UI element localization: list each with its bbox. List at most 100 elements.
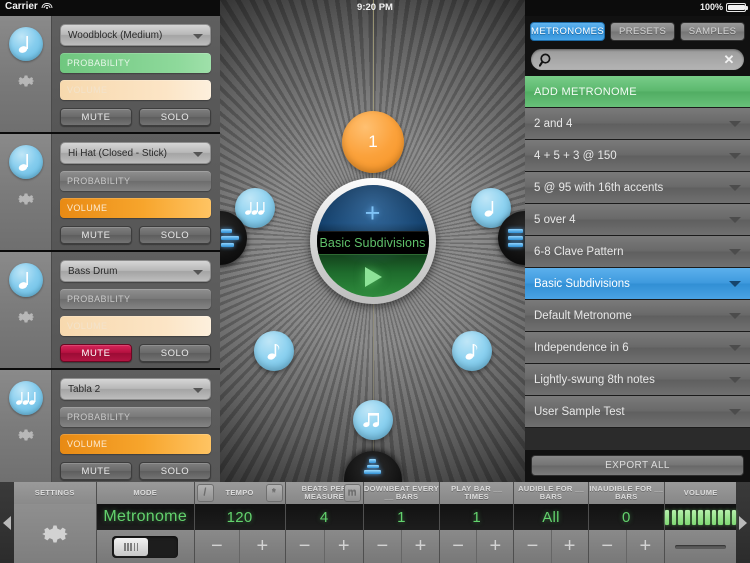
tempo-plus-button[interactable]: + bbox=[240, 530, 284, 563]
list-item[interactable]: Independence in 6 bbox=[525, 332, 750, 364]
play-bar-minus-button[interactable]: − bbox=[440, 530, 478, 563]
play-button[interactable] bbox=[317, 265, 429, 294]
track-list-panel[interactable]: Woodblock (Medium) PROBABILITY VOLUME MU… bbox=[0, 16, 220, 482]
add-metronome-button[interactable]: ADD METRONOME bbox=[525, 76, 750, 108]
scroll-right-button[interactable] bbox=[736, 482, 750, 563]
track-row[interactable]: Bass Drum PROBABILITY VOLUME MUTE SOLO bbox=[0, 252, 220, 370]
beats-per-measure-minus-button[interactable]: − bbox=[286, 530, 325, 563]
audible-minus-button[interactable]: − bbox=[514, 530, 552, 563]
chevron-down-icon[interactable] bbox=[729, 377, 741, 383]
probability-slider[interactable]: PROBABILITY bbox=[60, 53, 211, 73]
chevron-down-icon[interactable] bbox=[729, 249, 741, 255]
volume-column[interactable]: VOLUME bbox=[664, 482, 737, 563]
quarter-note-icon[interactable] bbox=[8, 145, 43, 179]
list-item[interactable]: User Sample Test bbox=[525, 396, 750, 428]
list-item-selected[interactable]: Basic Subdivisions bbox=[525, 268, 750, 300]
gear-icon[interactable] bbox=[15, 188, 37, 210]
tab-metronomes[interactable]: METRONOMES bbox=[530, 22, 606, 41]
mute-button[interactable]: MUTE bbox=[60, 344, 132, 362]
instrument-select[interactable]: Bass Drum bbox=[60, 260, 211, 282]
beats-per-measure-column[interactable]: BEATS PER MEASURE m 4 − + bbox=[285, 482, 364, 563]
play-bar-column[interactable]: PLAY BAR __ TIMES 1 − + bbox=[440, 482, 515, 563]
volume-slider-track[interactable] bbox=[674, 544, 727, 549]
metronome-stage[interactable]: 1 + Basic Subdivisions bbox=[220, 0, 525, 482]
volume-slider[interactable]: VOLUME bbox=[60, 316, 211, 336]
search-input[interactable] bbox=[558, 53, 722, 66]
volume-slider[interactable]: VOLUME bbox=[60, 434, 211, 454]
instrument-select[interactable]: Hi Hat (Closed - Stick) bbox=[60, 142, 211, 164]
chevron-down-icon[interactable] bbox=[729, 313, 741, 319]
chevron-down-icon[interactable] bbox=[729, 121, 741, 127]
probability-slider[interactable]: PROBABILITY bbox=[60, 171, 211, 191]
tempo-multiply-button[interactable]: * bbox=[265, 484, 283, 502]
beat-bubble-accent[interactable]: 1 bbox=[342, 111, 404, 173]
gear-icon[interactable] bbox=[15, 306, 37, 328]
chevron-down-icon[interactable] bbox=[729, 409, 741, 415]
settings-body[interactable] bbox=[13, 504, 96, 563]
inaudible-plus-button[interactable]: + bbox=[627, 530, 664, 563]
probability-slider[interactable]: PROBABILITY bbox=[60, 407, 211, 427]
play-bar-plus-button[interactable]: + bbox=[477, 530, 513, 563]
tab-presets[interactable]: PRESETS bbox=[610, 22, 676, 41]
list-item[interactable]: Default Metronome bbox=[525, 300, 750, 332]
metronome-list[interactable]: ADD METRONOME 2 and 4 4 + 5 + 3 @ 150 5 … bbox=[525, 76, 750, 450]
downbeat-plus-button[interactable]: + bbox=[402, 530, 439, 563]
search-box[interactable]: ✕ bbox=[531, 49, 744, 70]
probability-slider[interactable]: PROBABILITY bbox=[60, 289, 211, 309]
instrument-select[interactable]: Woodblock (Medium) bbox=[60, 24, 211, 46]
tempo-column[interactable]: / TEMPO * 120 − + bbox=[194, 482, 286, 563]
solo-button[interactable]: SOLO bbox=[139, 344, 211, 362]
track-row[interactable]: Woodblock (Medium) PROBABILITY VOLUME MU… bbox=[0, 16, 220, 134]
inaudible-minus-button[interactable]: − bbox=[589, 530, 627, 563]
solo-button[interactable]: SOLO bbox=[139, 226, 211, 244]
scroll-left-button[interactable] bbox=[0, 482, 14, 563]
add-beat-button[interactable]: + bbox=[317, 200, 429, 227]
downbeat-minus-button[interactable]: − bbox=[364, 530, 402, 563]
list-item[interactable]: Lightly-swung 8th notes bbox=[525, 364, 750, 396]
beat-bubble-note[interactable] bbox=[353, 400, 393, 440]
clear-search-icon[interactable]: ✕ bbox=[722, 53, 736, 67]
mode-toggle-switch[interactable] bbox=[112, 535, 179, 558]
volume-slider[interactable]: VOLUME bbox=[60, 80, 211, 100]
gear-icon[interactable] bbox=[15, 70, 37, 92]
instrument-select[interactable]: Tabla 2 bbox=[60, 378, 211, 400]
beat-bubble-note[interactable] bbox=[452, 331, 492, 371]
list-item[interactable]: 4 + 5 + 3 @ 150 bbox=[525, 140, 750, 172]
chevron-down-icon[interactable] bbox=[729, 185, 741, 191]
chevron-down-icon[interactable] bbox=[729, 153, 741, 159]
quarter-note-icon[interactable] bbox=[8, 27, 43, 61]
mode-column[interactable]: MODE Metronome bbox=[96, 482, 195, 563]
list-item[interactable]: 2 and 4 bbox=[525, 108, 750, 140]
export-all-button[interactable]: EXPORT ALL bbox=[531, 455, 744, 476]
mute-button[interactable]: MUTE bbox=[60, 108, 132, 126]
volume-slider-area[interactable] bbox=[664, 530, 737, 563]
gear-icon[interactable] bbox=[38, 517, 72, 551]
metronome-dial[interactable]: + Basic Subdivisions bbox=[309, 178, 436, 304]
list-item[interactable]: 5 @ 95 with 16th accents bbox=[525, 172, 750, 204]
chevron-down-icon[interactable] bbox=[729, 217, 741, 223]
mute-button[interactable]: MUTE bbox=[60, 462, 132, 480]
audible-column[interactable]: AUDIBLE FOR __ BARS All − + bbox=[514, 482, 589, 563]
audible-plus-button[interactable]: + bbox=[552, 530, 588, 563]
list-item[interactable]: 5 over 4 bbox=[525, 204, 750, 236]
quarter-note-icon[interactable] bbox=[8, 263, 43, 297]
mute-button[interactable]: MUTE bbox=[60, 226, 132, 244]
tempo-minus-button[interactable]: − bbox=[195, 530, 241, 563]
beat-bubble-note[interactable] bbox=[254, 331, 294, 371]
triple-note-icon[interactable] bbox=[8, 381, 43, 415]
beats-measure-toggle-button[interactable]: m bbox=[343, 484, 361, 502]
solo-button[interactable]: SOLO bbox=[139, 462, 211, 480]
beats-per-measure-plus-button[interactable]: + bbox=[325, 530, 363, 563]
list-item[interactable]: 6-8 Clave Pattern bbox=[525, 236, 750, 268]
solo-button[interactable]: SOLO bbox=[139, 108, 211, 126]
track-row[interactable]: Tabla 2 PROBABILITY VOLUME MUTE SOLO bbox=[0, 370, 220, 482]
chevron-down-icon[interactable] bbox=[729, 281, 741, 287]
chevron-down-icon[interactable] bbox=[729, 345, 741, 351]
volume-slider[interactable]: VOLUME bbox=[60, 198, 211, 218]
downbeat-column[interactable]: DOWNBEAT EVERY __ BARS 1 − + bbox=[363, 482, 441, 563]
track-row[interactable]: Hi Hat (Closed - Stick) PROBABILITY VOLU… bbox=[0, 134, 220, 252]
tab-samples[interactable]: SAMPLES bbox=[680, 22, 746, 41]
mode-switch-area[interactable] bbox=[96, 530, 194, 563]
library-panel[interactable]: METRONOMES PRESETS SAMPLES ✕ ADD METRONO… bbox=[525, 0, 750, 482]
tempo-divide-button[interactable]: / bbox=[196, 484, 214, 502]
